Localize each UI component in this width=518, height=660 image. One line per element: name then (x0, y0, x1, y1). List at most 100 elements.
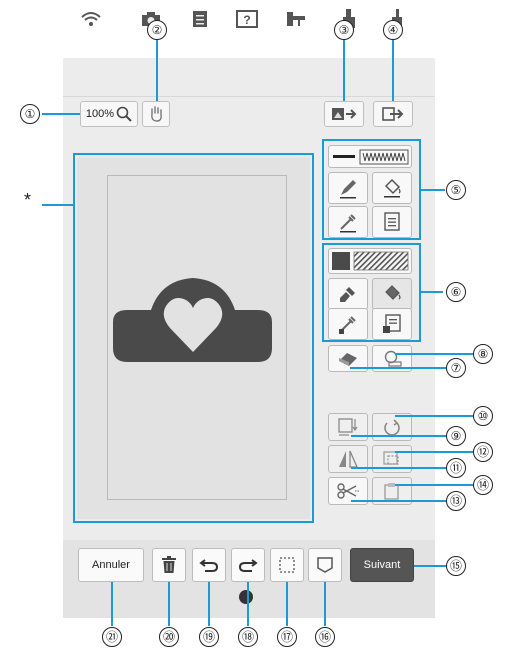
callout-7: ⑦ (446, 358, 466, 378)
resize-icon (338, 418, 358, 436)
callout-line-18 (247, 582, 249, 626)
zoom-button[interactable]: 100% (80, 101, 138, 127)
eyedropper-icon (340, 214, 356, 233)
redo-button[interactable] (231, 548, 265, 582)
callout-line-12 (395, 451, 473, 453)
callout-17: ⑰ (277, 627, 297, 647)
callout-line-2 (156, 40, 158, 101)
import-image-icon (332, 108, 357, 120)
line-eyedropper-button[interactable] (328, 206, 368, 238)
hand-scroll-button[interactable] (142, 101, 170, 127)
callout-line-9 (351, 435, 447, 437)
callout-line-11 (351, 467, 447, 469)
list-icon (383, 314, 401, 333)
redo-icon (238, 559, 258, 572)
help-icon[interactable]: ? (236, 8, 258, 30)
line-stitch-properties-button[interactable] (372, 206, 412, 238)
region-fill-icon (332, 251, 409, 271)
region-eyedropper-button[interactable] (328, 308, 368, 340)
line-pen-button[interactable] (328, 172, 368, 204)
line-fill-bucket-button[interactable] (372, 172, 412, 204)
eraser-icon (339, 352, 357, 366)
callout-line-10 (395, 415, 473, 417)
callout-1: ① (20, 104, 40, 124)
line-type-selector[interactable] (328, 145, 412, 168)
rotate-icon (384, 419, 400, 436)
callout-19: ⑲ (199, 627, 219, 647)
brush-icon (340, 287, 355, 302)
callout-line-6 (421, 291, 443, 293)
callout-4: ④ (383, 20, 403, 40)
bucket-icon (385, 285, 401, 300)
import-image-button[interactable] (324, 101, 364, 127)
delete-button[interactable] (152, 548, 186, 582)
flip-icon (339, 450, 358, 468)
callout-9: ⑨ (446, 426, 466, 446)
callout-18: ⑱ (238, 627, 258, 647)
bucket-icon (384, 178, 401, 198)
callout-line-asterisk (42, 204, 75, 206)
callout-line-14 (395, 484, 473, 486)
callout-2: ② (147, 20, 167, 40)
callout-line-13 (351, 500, 447, 502)
export-button[interactable] (373, 101, 413, 127)
callout-line-5 (421, 189, 445, 191)
callout-line-3 (343, 40, 345, 101)
callout-21: ㉑ (102, 627, 122, 647)
callout-line-17 (286, 582, 288, 626)
callout-line-21 (111, 582, 113, 626)
callout-line-8 (395, 353, 473, 355)
callout-14: ⑭ (473, 475, 493, 495)
cancel-label: Annuler (92, 559, 130, 571)
callout-12: ⑫ (473, 442, 493, 462)
eyedropper-icon (339, 316, 356, 334)
status-bar (63, 58, 435, 97)
magnifier-icon (116, 106, 132, 122)
callout-15: ⑮ (446, 556, 466, 576)
callout-6: ⑥ (446, 282, 466, 302)
callout-line-1 (42, 113, 80, 115)
canvas-highlight (73, 153, 314, 523)
frame-icon (317, 557, 333, 573)
list-icon (384, 212, 400, 231)
document-icon[interactable] (189, 8, 211, 30)
callout-16: ⑯ (315, 627, 335, 647)
callout-5: ⑤ (446, 180, 466, 200)
scissors-icon (337, 483, 359, 499)
wifi-icon[interactable] (80, 8, 102, 30)
callout-13: ⑬ (446, 491, 466, 511)
svg-text:?: ? (243, 13, 250, 27)
thread-icon[interactable] (285, 8, 307, 30)
background-image-button[interactable] (308, 548, 342, 582)
callout-line-16 (324, 582, 326, 626)
export-icon (382, 107, 404, 121)
pen-icon (340, 180, 356, 199)
line-zigzag-icon (333, 149, 409, 164)
callout-8: ⑧ (473, 344, 493, 364)
next-button[interactable]: Suivant (350, 548, 414, 582)
callout-line-15 (414, 565, 446, 567)
zoom-value: 100% (85, 108, 115, 120)
trash-icon (162, 556, 176, 573)
select-area-button[interactable] (270, 548, 304, 582)
home-dial-icon[interactable] (239, 590, 253, 604)
callout-line-7 (350, 367, 446, 369)
callout-3: ③ (334, 20, 354, 40)
cancel-button[interactable]: Annuler (78, 548, 144, 582)
asterisk-label: * (24, 190, 32, 210)
callout-20: ⑳ (159, 627, 179, 647)
region-type-selector[interactable] (328, 248, 412, 274)
undo-icon (199, 559, 219, 572)
callout-line-4 (392, 40, 394, 101)
callout-line-19 (208, 582, 210, 626)
callout-10: ⑩ (473, 406, 493, 426)
hand-icon (151, 106, 162, 122)
callout-11: ⑪ (446, 458, 466, 478)
callout-line-20 (168, 582, 170, 626)
undo-button[interactable] (192, 548, 226, 582)
selection-icon (279, 557, 295, 573)
next-label: Suivant (363, 559, 401, 571)
region-fill-bucket-button[interactable] (372, 278, 412, 310)
region-stitch-properties-button[interactable] (372, 308, 412, 340)
region-brush-button[interactable] (328, 278, 368, 310)
